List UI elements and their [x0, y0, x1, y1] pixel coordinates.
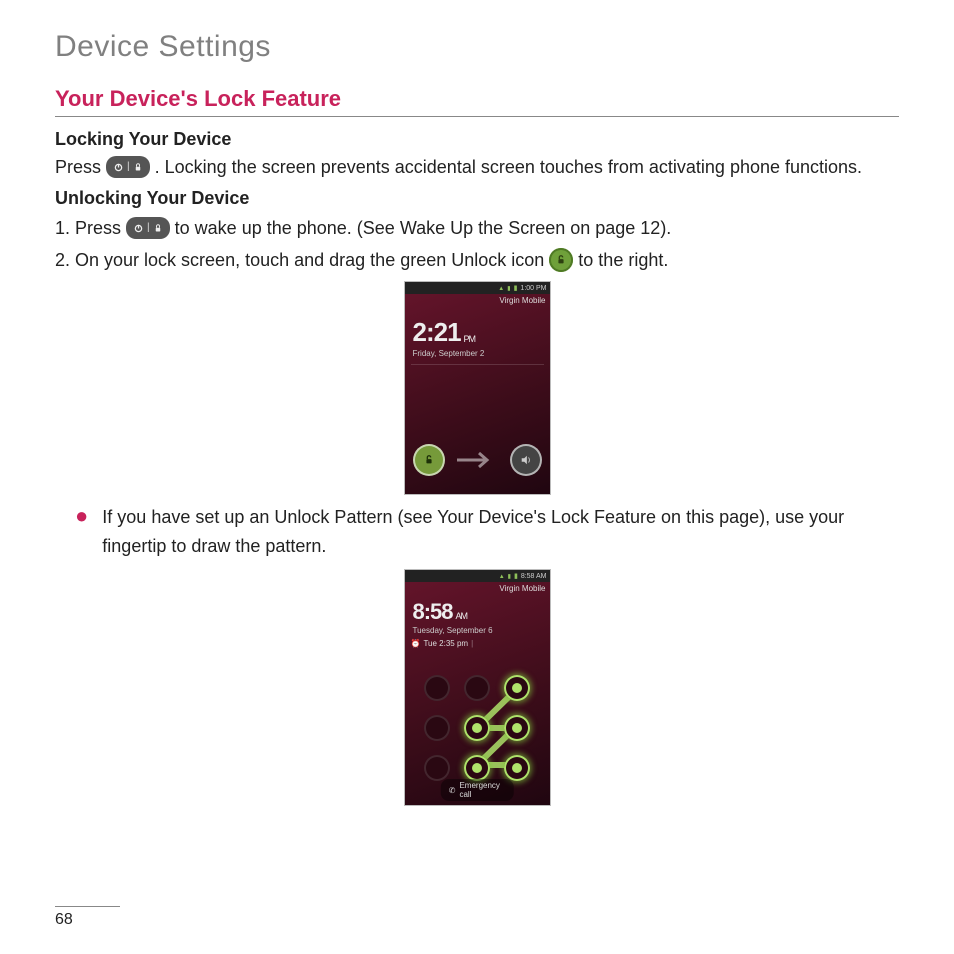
clock-date: Friday, September 2: [413, 349, 550, 358]
step2-text-a: 2. On your lock screen, touch and drag t…: [55, 250, 549, 270]
bullet-text: If you have set up an Unlock Pattern (se…: [102, 503, 899, 561]
clock-date: Tuesday, September 6: [413, 626, 550, 635]
power-lock-button-icon: |: [126, 217, 170, 239]
pattern-grid: [405, 673, 550, 783]
status-bar: 8:58 AM: [405, 570, 550, 582]
alarm-icon: ⏰: [411, 639, 421, 648]
status-bar: 1:00 PM: [405, 282, 550, 294]
clock-time: 8:58: [413, 599, 453, 625]
section-rule: [55, 116, 899, 117]
unlock-icon: [549, 248, 573, 272]
screenshot-lockscreen-slide: 1:00 PM Virgin Mobile 2:21 PM Friday, Se…: [404, 281, 551, 495]
pattern-dot: [464, 675, 490, 701]
page-footer: 68: [55, 906, 120, 929]
clock-time: 2:21: [413, 317, 461, 348]
bullet-pattern-note: ● If you have set up an Unlock Pattern (…: [75, 503, 899, 561]
arrow-right-icon: [445, 450, 510, 470]
statusbar-time: 8:58 AM: [521, 573, 547, 580]
pattern-dot: [504, 715, 530, 741]
power-lock-button-icon: |: [106, 156, 150, 178]
unlock-slider-icon: [413, 444, 445, 476]
carrier-label: Virgin Mobile: [405, 294, 550, 309]
clock-ampm: AM: [456, 611, 468, 621]
step-2: 2. On your lock screen, touch and drag t…: [55, 247, 899, 273]
text-locking-rest: . Locking the screen prevents accidental…: [155, 157, 862, 177]
emergency-label: Emergency call: [459, 781, 505, 799]
screenshot-lockscreen-pattern: 8:58 AM Virgin Mobile 8:58 AM Tuesday, S…: [404, 569, 551, 806]
clock-ampm: PM: [464, 334, 476, 344]
pattern-dot: [464, 755, 490, 781]
alarm-time: Tue 2:35 pm: [423, 639, 468, 648]
statusbar-time: 1:00 PM: [520, 285, 546, 292]
pattern-dot: [504, 755, 530, 781]
step1-text-b: to wake up the phone. (See Wake Up the S…: [175, 218, 672, 238]
phone-icon: ✆: [449, 786, 456, 795]
step2-text-b: to the right.: [578, 250, 668, 270]
pattern-dot: [424, 675, 450, 701]
section-title: Your Device's Lock Feature: [55, 86, 899, 112]
carrier-label: Virgin Mobile: [405, 582, 550, 597]
subheading-unlocking: Unlocking Your Device: [55, 188, 899, 209]
pattern-dot: [424, 755, 450, 781]
text-press: Press: [55, 157, 106, 177]
bullet-icon: ●: [75, 503, 88, 561]
emergency-call-button: ✆ Emergency call: [441, 779, 514, 801]
pattern-dot: [424, 715, 450, 741]
subheading-locking: Locking Your Device: [55, 129, 899, 150]
paragraph-locking: Press | . Locking the screen prevents ac…: [55, 154, 899, 180]
sound-slider-icon: [510, 444, 542, 476]
chapter-title: Device Settings: [55, 30, 899, 64]
pattern-dot: [504, 675, 530, 701]
pattern-dot: [464, 715, 490, 741]
step-1: 1. Press | to wake up the phone. (See Wa…: [55, 215, 899, 241]
page-number: 68: [55, 911, 73, 928]
step1-text-a: 1. Press: [55, 218, 126, 238]
